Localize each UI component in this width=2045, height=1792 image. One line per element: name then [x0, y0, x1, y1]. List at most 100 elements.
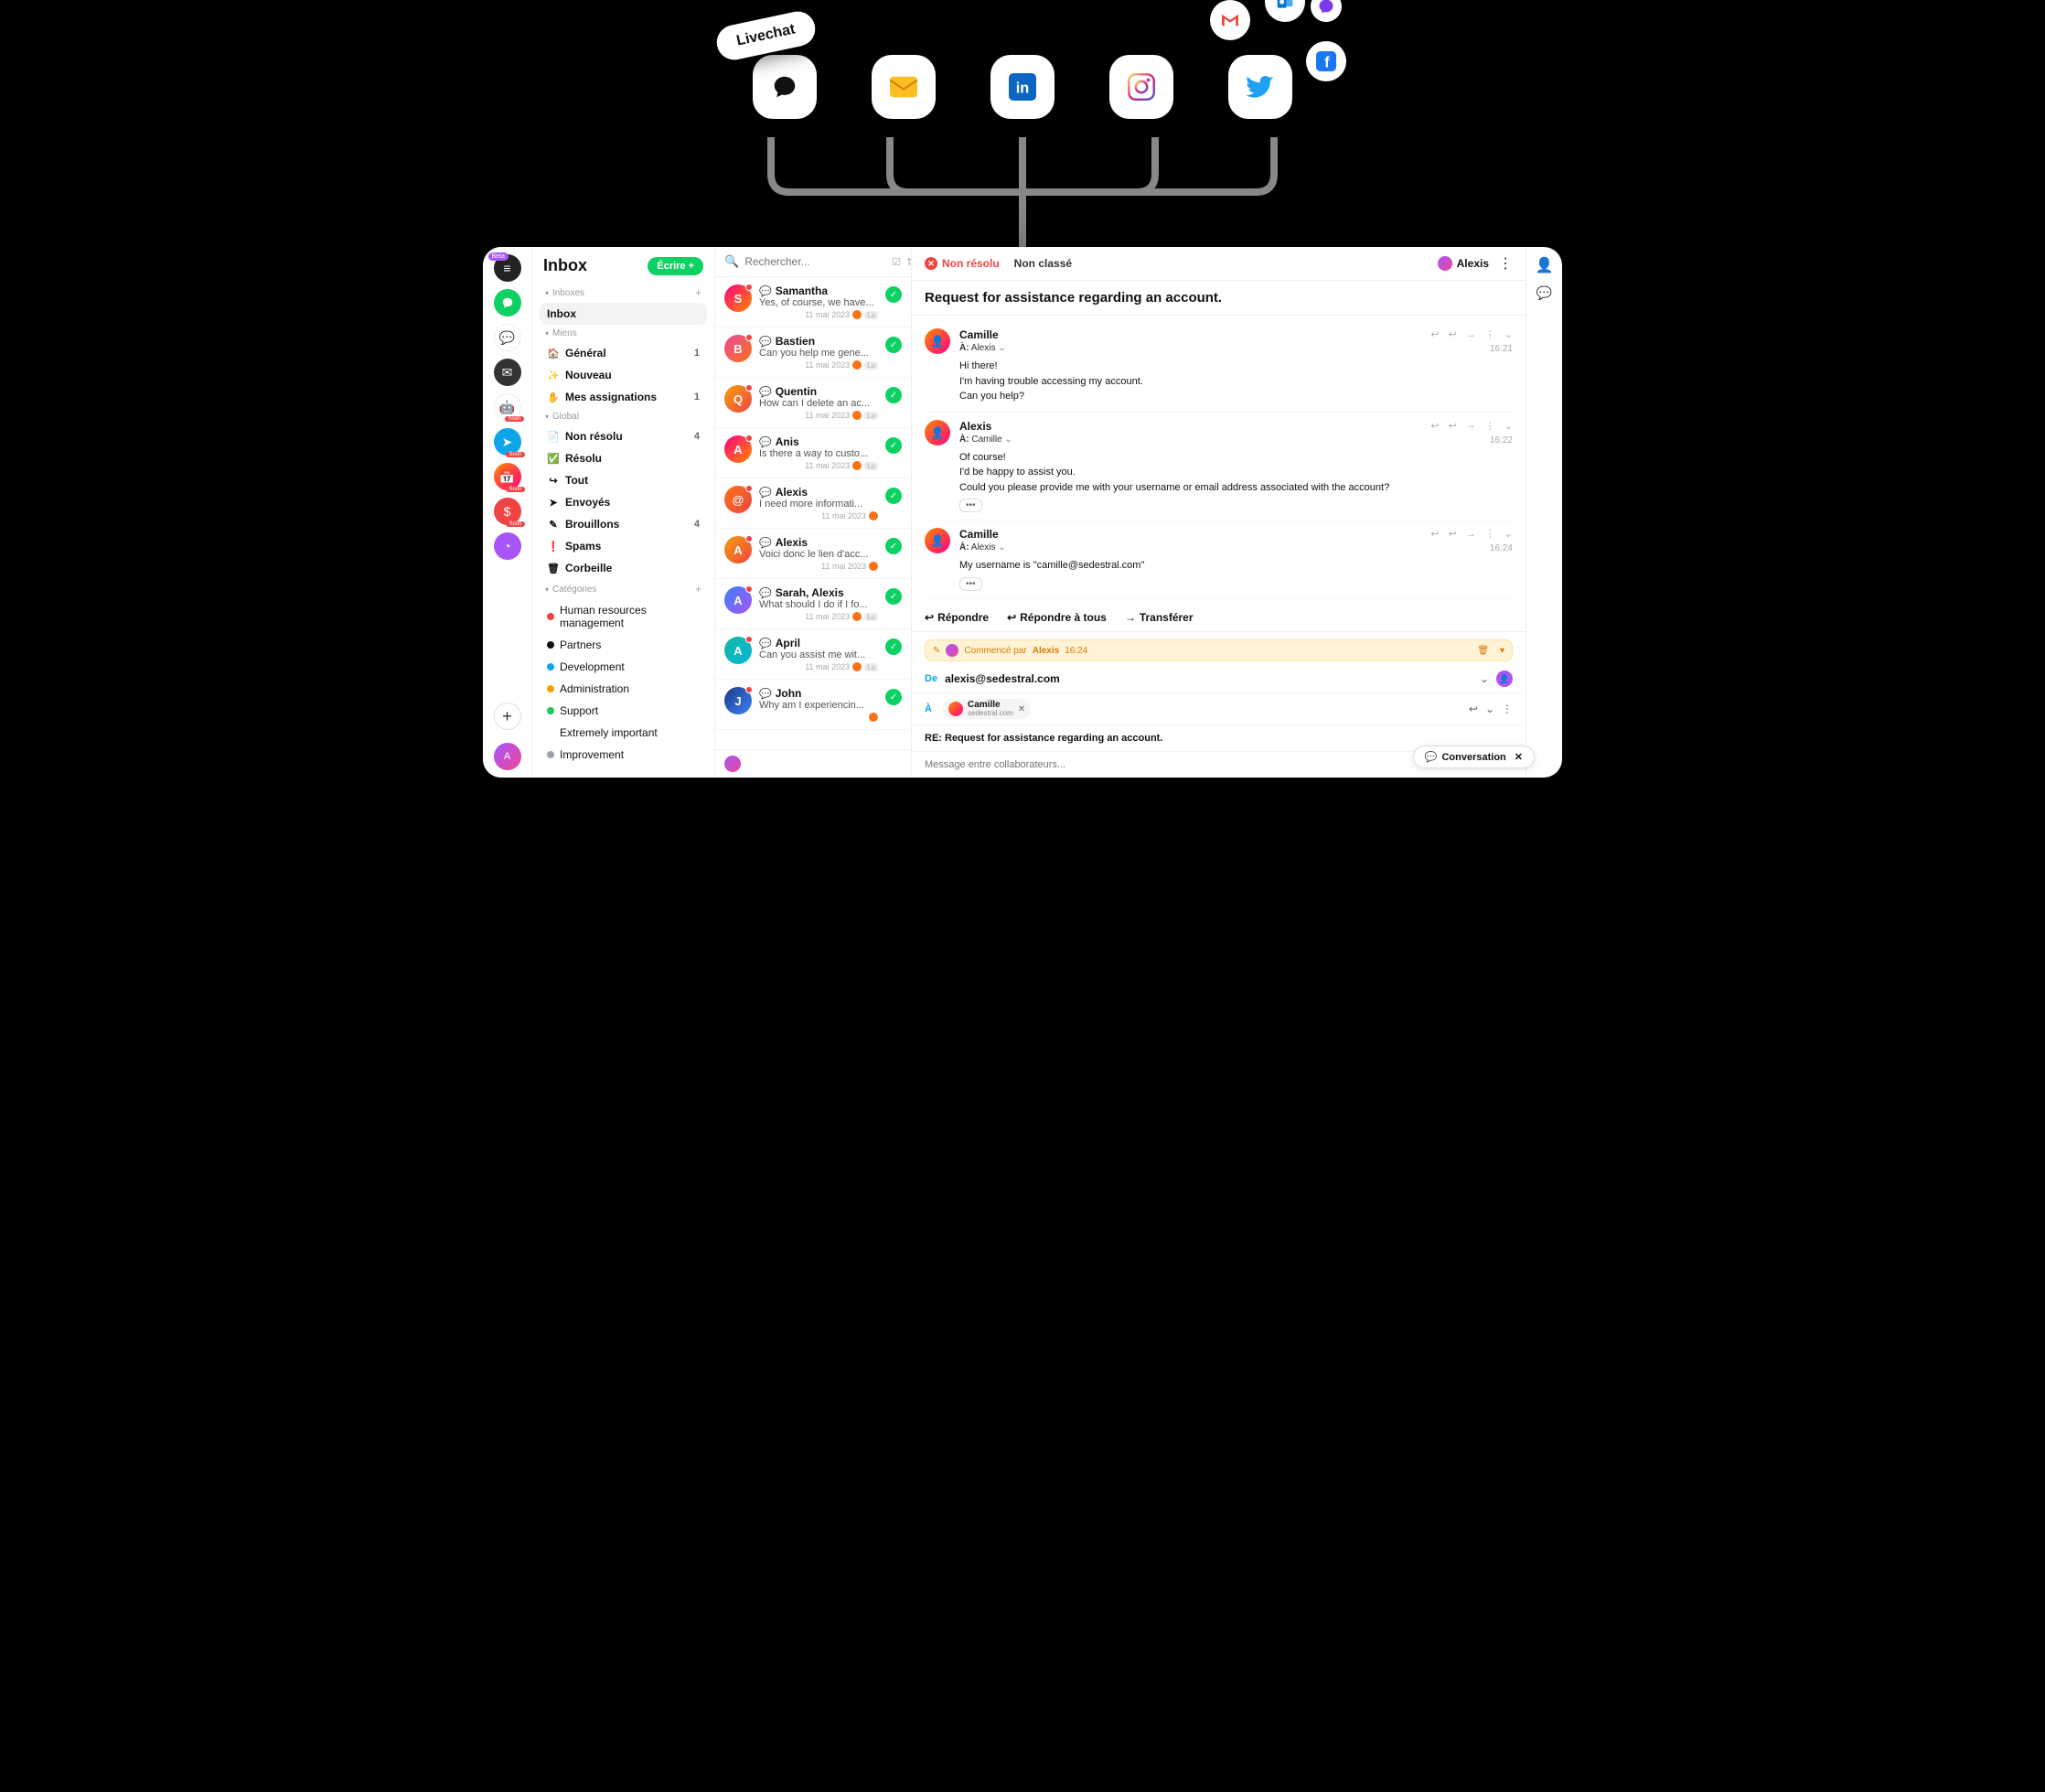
conversation-item[interactable]: J 💬John Why am I experiencin... ✓ [715, 680, 911, 730]
channel-mail[interactable] [872, 55, 936, 119]
section-miens[interactable]: ▾Miens [540, 325, 707, 342]
conversation-item[interactable]: @ 💬Alexis I need more informati... 11 ma… [715, 478, 911, 529]
section-inboxes[interactable]: ▾Inboxes+ [540, 283, 707, 303]
category-1[interactable]: Partners [540, 634, 707, 656]
more-icon[interactable]: ⋮ [1502, 703, 1513, 715]
folder-footer-0[interactable]: 🔗Connecter un canal [540, 773, 707, 778]
reply-all-icon[interactable]: ↩ [1449, 328, 1457, 340]
facebook-icon: f [1316, 51, 1336, 71]
banner-delete[interactable]: 🗑 [1477, 646, 1489, 656]
folder-global-1[interactable]: ✅Résolu [540, 447, 707, 469]
from-avatar[interactable]: 👤 [1496, 671, 1513, 687]
category-0[interactable]: Human resources management [540, 599, 707, 634]
folder-global-2[interactable]: ↪Tout [540, 469, 707, 491]
rail-stats[interactable]: ◔ [494, 532, 521, 560]
rail-avatar[interactable]: A [494, 743, 521, 770]
chip-remove[interactable]: ✕ [1018, 704, 1025, 714]
compose-banner: ✎ Commencé par Alexis 16:24 🗑 ▾ [925, 639, 1513, 661]
channel-linkedin[interactable]: in [990, 55, 1055, 119]
rail-send[interactable]: ➤Soon [494, 428, 521, 456]
conversation-item[interactable]: S 💬Samantha Yes, of course, we have... 1… [715, 277, 911, 327]
gmail-icon [1220, 13, 1240, 27]
conversation-item[interactable]: Q 💬Quentin How can I delete an ac... 11 … [715, 378, 911, 428]
channel-messenger[interactable] [1311, 0, 1342, 22]
conversation-item[interactable]: A 💬Anis Is there a way to custo... 11 ma… [715, 428, 911, 478]
folder-global-4[interactable]: ✎Brouillons4 [540, 513, 707, 535]
channel-chat[interactable]: Livechat [753, 55, 817, 119]
more-icon[interactable]: ⋮ [1485, 528, 1495, 540]
close-icon[interactable]: ✕ [1515, 751, 1523, 763]
collapse-icon[interactable]: ⌄ [1504, 328, 1513, 340]
rail-logo[interactable]: ≡Beta [494, 254, 521, 282]
channel-instagram[interactable] [1109, 55, 1173, 119]
rail-money[interactable]: $Soon [494, 498, 521, 525]
select-icon[interactable]: ☑ [892, 256, 901, 268]
forward-button[interactable]: → Transférer [1125, 611, 1194, 624]
conversation-item[interactable]: A 💬Sarah, Alexis What should I do if I f… [715, 579, 911, 629]
folder-global-3[interactable]: ➤Envoyés [540, 491, 707, 513]
status-unresolved[interactable]: ✕Non résolu [925, 257, 1000, 270]
rail-cal[interactable]: 📅Soon [494, 463, 521, 490]
rail-msg[interactable]: 💬 [494, 324, 521, 351]
folder-miens-1[interactable]: ✨Nouveau [540, 364, 707, 386]
mail-icon [890, 76, 917, 98]
reply-all-icon[interactable]: ↩ [1449, 528, 1457, 540]
channel-gmail[interactable] [1210, 0, 1250, 40]
folder-global-6[interactable]: 🗑Corbeille [540, 557, 707, 579]
conversation-item[interactable]: A 💬April Can you assist me wit... 11 mai… [715, 629, 911, 680]
to-chip[interactable]: Camille sedestral.com ✕ [943, 699, 1031, 719]
chat-icon[interactable]: 💬 [1536, 285, 1552, 301]
status-unclassified[interactable]: Non classé [1014, 257, 1072, 270]
folder-global-5[interactable]: ❗Spams [540, 535, 707, 557]
forward-icon[interactable]: → [1466, 420, 1476, 431]
section-categories[interactable]: ▾Catégories+ [540, 579, 707, 599]
category-6[interactable]: Improvement [540, 744, 707, 766]
rail-bot[interactable]: 🤖Soon [494, 393, 521, 421]
expand-icon[interactable]: ••• [959, 499, 982, 512]
collapse-icon[interactable]: ⌄ [1504, 420, 1513, 432]
category-5[interactable]: Extremely important [540, 722, 707, 744]
collapse-icon[interactable]: ⌄ [1504, 528, 1513, 540]
conversation-item[interactable]: A 💬Alexis Voici donc le lien d'acc... 11… [715, 529, 911, 579]
more-icon[interactable]: ⋮ [1485, 328, 1495, 340]
messenger-icon [1318, 0, 1334, 15]
conversation-pill[interactable]: 💬 Conversation ✕ [1413, 746, 1535, 768]
reply-icon[interactable]: ↩ [1469, 703, 1478, 715]
reply-icon[interactable]: ↩ [1430, 328, 1439, 340]
category-2[interactable]: Development [540, 656, 707, 678]
reply-all-icon[interactable]: ↩ [1449, 420, 1457, 432]
conversation-item[interactable]: B 💬Bastien Can you help me gene... 11 ma… [715, 327, 911, 378]
category-4[interactable]: Support [540, 700, 707, 722]
folder-inbox[interactable]: Inbox [540, 303, 707, 325]
more-icon[interactable]: ⋮ [1485, 420, 1495, 432]
search-input[interactable] [744, 255, 886, 268]
category-3[interactable]: Administration [540, 678, 707, 700]
reply-all-button[interactable]: ↩ Répondre à tous [1007, 611, 1107, 624]
menu-icon[interactable]: ⋮ [1498, 254, 1513, 273]
expand-icon[interactable]: ••• [959, 577, 982, 591]
rail-mail[interactable]: ✉ [494, 359, 521, 386]
from-dropdown[interactable]: ⌄ [1480, 672, 1489, 685]
section-global[interactable]: ▾Global [540, 408, 707, 425]
channel-facebook[interactable]: f [1306, 41, 1346, 81]
connector-lines [483, 137, 1562, 247]
assignee[interactable]: Alexis [1438, 256, 1489, 271]
banner-collapse[interactable]: ▾ [1500, 646, 1504, 656]
sidebar: Inbox Écrire+ ▾Inboxes+ Inbox ▾Miens 🏠Gé… [532, 247, 715, 778]
forward-icon[interactable]: → [1466, 329, 1476, 340]
folder-global-0[interactable]: 📄Non résolu4 [540, 425, 707, 447]
folder-miens-0[interactable]: 🏠Général1 [540, 342, 707, 364]
rail-add[interactable]: + [494, 703, 521, 730]
reply-icon[interactable]: ↩ [1430, 528, 1439, 540]
reply-button[interactable]: ↩ Répondre [925, 611, 989, 624]
dropdown-icon[interactable]: ⌄ [1485, 703, 1494, 715]
forward-icon[interactable]: → [1466, 529, 1476, 540]
user-icon[interactable]: 👤 [1536, 256, 1554, 274]
folder-miens-2[interactable]: ✋Mes assignations1 [540, 386, 707, 408]
channel-twitter[interactable]: f [1228, 55, 1292, 119]
rail-chat[interactable] [494, 289, 521, 317]
reply-icon[interactable]: ↩ [1430, 420, 1439, 432]
write-button[interactable]: Écrire+ [648, 257, 703, 275]
search-row: 🔍 ☑ ⇅ ▼ [715, 247, 911, 277]
channel-outlook[interactable] [1265, 0, 1305, 22]
